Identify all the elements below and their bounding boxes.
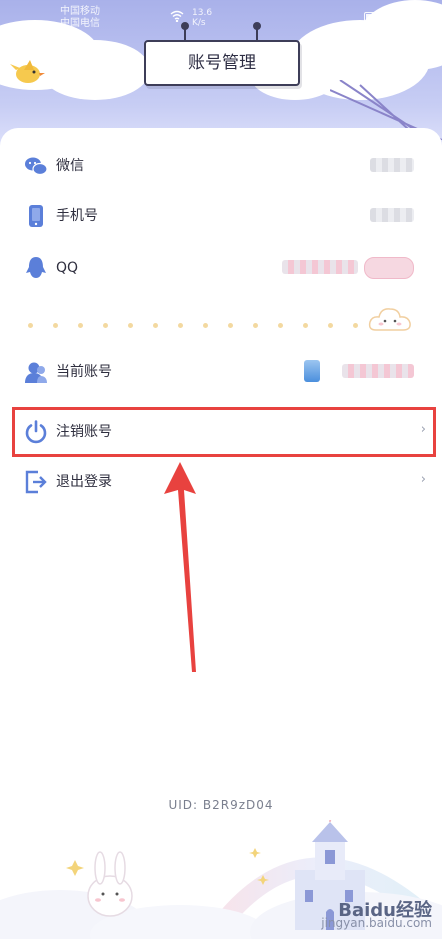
qq-icon bbox=[26, 257, 46, 278]
battery-icon bbox=[364, 12, 384, 23]
carrier-name-2: 中国电信 bbox=[60, 18, 100, 29]
logout-icon bbox=[25, 470, 47, 494]
cloud-face-icon bbox=[368, 308, 411, 331]
network-speed: 13.6 K/s bbox=[192, 8, 212, 28]
cloud-decoration bbox=[40, 40, 150, 100]
dotted-divider bbox=[28, 316, 368, 336]
menu-item-qq[interactable]: QQ bbox=[0, 242, 442, 294]
status-time: 2:20 bbox=[406, 10, 436, 25]
menu-item-current-account[interactable]: 当前账号 bbox=[0, 346, 442, 398]
highlight-box bbox=[12, 407, 436, 457]
user-icon bbox=[25, 362, 47, 383]
menu-item-phone[interactable]: 手机号 bbox=[0, 190, 442, 242]
page-title: 账号管理 bbox=[144, 40, 300, 86]
phone-value-blurred bbox=[370, 208, 414, 222]
account-name-blurred bbox=[342, 364, 414, 378]
menu-item-label: QQ bbox=[56, 260, 79, 276]
carrier-info: 中国移动 中国电信 bbox=[60, 6, 150, 30]
bird-icon bbox=[10, 59, 50, 83]
wechat-icon bbox=[25, 157, 48, 176]
red-arrow-icon bbox=[164, 462, 196, 672]
watermark: Baidu经验 jingyan.baidu.com bbox=[321, 902, 432, 930]
menu-item-logout[interactable]: 退出登录 › bbox=[0, 456, 442, 508]
carrier-name-1: 中国移动 bbox=[60, 6, 100, 17]
user-uid: UID: B2R9zD04 bbox=[168, 798, 274, 812]
qq-value-blurred bbox=[282, 260, 358, 274]
menu-item-label: 微信 bbox=[56, 158, 84, 174]
status-bar: 中国移动 中国电信 13.6 K/s 2:20 bbox=[0, 0, 442, 34]
chevron-right-icon: › bbox=[420, 472, 426, 487]
watermark-url: jingyan.baidu.com bbox=[321, 916, 432, 930]
phone-icon bbox=[29, 205, 43, 227]
qq-badge-blurred bbox=[364, 257, 414, 279]
wechat-value-blurred bbox=[370, 158, 414, 172]
menu-item-wechat[interactable]: 微信 bbox=[0, 140, 442, 192]
menu-item-label: 退出登录 bbox=[56, 474, 112, 490]
network-speed-unit: K/s bbox=[192, 18, 206, 28]
menu-item-label: 当前账号 bbox=[56, 364, 112, 380]
account-avatar-blurred bbox=[304, 360, 320, 382]
menu-item-label: 手机号 bbox=[56, 208, 98, 224]
wifi-icon bbox=[170, 10, 184, 22]
network-speed-value: 13.6 bbox=[192, 8, 213, 18]
